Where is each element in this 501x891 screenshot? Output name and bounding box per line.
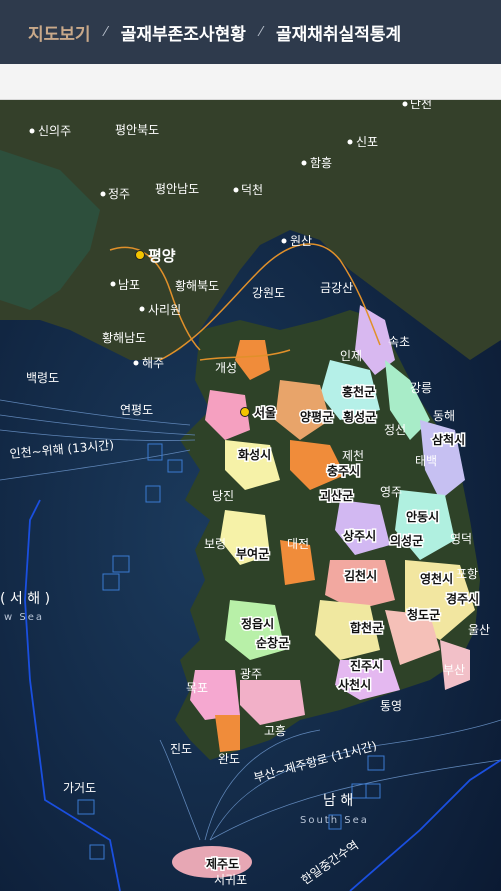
tab-extraction-statistics[interactable]: 골재채취실적통계 <box>276 20 401 45</box>
label-sinpo: 신포 <box>356 135 378 149</box>
label-gaeseong: 개성 <box>215 361 237 375</box>
label-jeongeup: 정읍시 <box>241 616 274 631</box>
pyongyang-marker[interactable] <box>135 250 145 260</box>
city-dot <box>281 238 287 244</box>
south-sea-english-label: South Sea <box>300 815 369 826</box>
label-sangju: 상주시 <box>343 528 376 543</box>
breadcrumb-separator: ⁄ <box>259 24 263 40</box>
label-donghae: 동해 <box>433 409 455 423</box>
label-jeongju: 정주 <box>108 187 130 201</box>
label-dangjin: 당진 <box>212 489 234 503</box>
label-hapcheon: 합천군 <box>350 620 383 635</box>
label-hwaseong: 화성시 <box>238 447 271 462</box>
label-hamheung: 함흥 <box>310 156 332 170</box>
label-buyeo: 부여군 <box>236 546 269 561</box>
seoul-marker[interactable] <box>240 407 250 417</box>
label-boryeong: 보령 <box>204 537 226 551</box>
label-wonsan: 원산 <box>290 234 312 248</box>
breadcrumb-separator: ⁄ <box>104 24 107 40</box>
label-yeongju: 영주 <box>380 485 402 499</box>
label-sacheon: 사천시 <box>338 677 371 692</box>
top-navigation-bar: 지도보기 ⁄ 골재부존조사현황 ⁄ 골재채취실적통계 <box>0 0 501 64</box>
label-mokpo: 목포 <box>186 681 208 695</box>
label-chungju: 충주시 <box>327 463 360 478</box>
label-gangwondo: 강원도 <box>252 286 285 300</box>
label-pyeongannamdo: 평안남도 <box>155 182 199 196</box>
label-jeju: 제주도 <box>206 857 239 871</box>
city-dot <box>347 139 353 145</box>
label-gangneung: 강릉 <box>410 381 432 395</box>
label-yeonpyeongdo: 연평도 <box>120 403 153 417</box>
label-inje: 인제 <box>340 349 362 363</box>
label-haeju: 해주 <box>142 356 164 370</box>
label-sunchang: 순창군 <box>256 635 289 650</box>
label-sokcho: 속초 <box>388 335 410 349</box>
label-pohang: 포항 <box>456 567 478 581</box>
label-taebaek: 태백 <box>415 454 437 468</box>
label-gageodo: 가거도 <box>63 781 96 795</box>
label-baengnyeongdo: 백령도 <box>26 371 59 385</box>
city-dot <box>139 306 145 312</box>
label-geumgangsan: 금강산 <box>320 281 353 295</box>
toolbar-strip <box>0 64 501 100</box>
label-gyeongju: 경주시 <box>446 592 479 606</box>
label-andong: 안동시 <box>406 509 439 524</box>
city-dot <box>402 101 408 107</box>
west-sea-english-label: w Sea <box>4 612 44 623</box>
city-dot <box>301 160 307 166</box>
label-seogwipo: 서귀포 <box>214 873 247 887</box>
label-jindo: 진도 <box>170 742 192 756</box>
label-samcheok: 삼척시 <box>432 432 465 447</box>
label-daejeon: 대전 <box>287 537 309 551</box>
label-goesan: 괴산군 <box>320 488 353 503</box>
satellite-map[interactable]: 신의주 평안북도 정주 평안남도 덕천 평양 남포 황해북도 사리원 황해남도 … <box>0 100 501 891</box>
label-ulsan: 울산 <box>468 623 490 637</box>
label-hwanghaenamdo: 황해남도 <box>102 331 146 345</box>
label-hoengseong: 횡성군 <box>343 409 376 424</box>
label-busan: 부산 <box>443 663 465 677</box>
city-dot <box>133 360 139 366</box>
tab-aggregate-survey[interactable]: 골재부존조사현황 <box>121 20 246 45</box>
label-seoul: 서울 <box>254 405 276 420</box>
label-sinuiju: 신의주 <box>38 124 71 138</box>
label-uiseong: 의성군 <box>390 533 423 548</box>
label-dancheon: 단천 <box>410 100 432 111</box>
label-yangpyeong: 양평군 <box>300 409 333 424</box>
label-pyongyang: 평양 <box>148 247 176 265</box>
label-jinju: 진주시 <box>350 658 383 673</box>
label-gimcheon: 김천시 <box>344 568 377 583</box>
city-dot <box>110 281 116 287</box>
city-dot <box>233 187 239 193</box>
label-pyeonganbukdo: 평안북도 <box>115 123 159 137</box>
west-sea-label: ( 서 해 ) <box>0 591 50 607</box>
label-yeongcheon: 영천시 <box>420 571 453 586</box>
map-canvas[interactable]: 신의주 평안북도 정주 평안남도 덕천 평양 남포 황해북도 사리원 황해남도 … <box>0 100 501 891</box>
label-sariwon: 사리원 <box>148 303 181 317</box>
label-yeongdeok: 영덕 <box>450 532 472 546</box>
label-goheung: 고흥 <box>264 724 286 738</box>
label-nampo: 남포 <box>118 278 140 292</box>
label-wando: 완도 <box>218 752 240 766</box>
label-hongcheon: 홍천군 <box>342 384 375 399</box>
label-deokcheon: 덕천 <box>241 182 263 197</box>
label-cheongdo: 청도군 <box>407 607 440 622</box>
city-dot <box>100 191 106 197</box>
label-jecheon: 제천 <box>342 448 364 463</box>
label-gwangju: 광주 <box>240 667 262 681</box>
tab-map-view[interactable]: 지도보기 <box>28 20 91 45</box>
south-sea-label: 남 해 <box>323 793 353 809</box>
city-dot <box>29 128 35 134</box>
label-hwanghaebukdo: 황해북도 <box>175 279 219 293</box>
label-jeongseon: 정선 <box>384 423 406 437</box>
label-tongyeong: 통영 <box>380 699 402 713</box>
